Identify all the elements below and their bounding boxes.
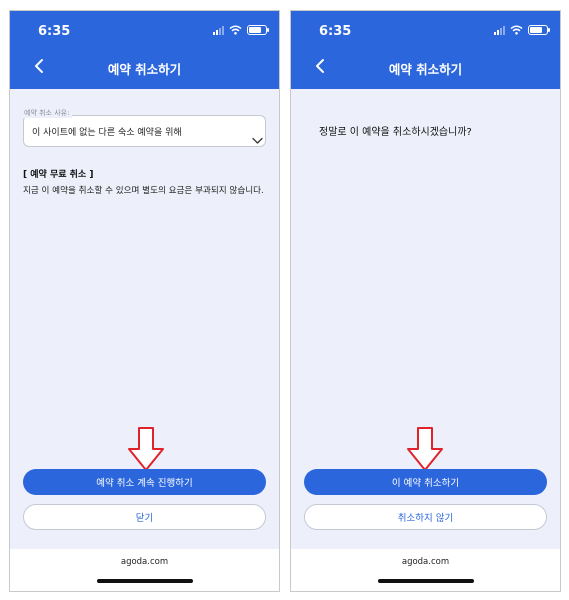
cellular-signal-icon bbox=[213, 25, 224, 35]
status-icons bbox=[494, 25, 550, 35]
down-arrow-annotation-icon bbox=[128, 427, 164, 471]
browser-footer: agoda.com bbox=[10, 549, 279, 591]
cancel-reason-label: 예약 취소 사유: bbox=[21, 108, 73, 118]
confirm-question: 정말로 이 예약을 취소하시겠습니까? bbox=[319, 127, 472, 138]
page-title: 예약 취소하기 bbox=[388, 62, 463, 77]
footer-domain: agoda.com bbox=[120, 557, 169, 567]
cancel-confirm-screen: 6:35 예약 취소하기 정말로 이 예약을 취소하시겠습니까? 이 예약 취소… bbox=[290, 10, 561, 592]
app-header: 6:35 예약 취소하기 bbox=[291, 11, 560, 89]
app-header: 6:35 예약 취소하기 bbox=[10, 11, 279, 89]
free-cancel-description: 지금 이 예약을 취소할 수 있으며 별도의 요금은 부과되지 않습니다. bbox=[23, 186, 264, 196]
page-title: 예약 취소하기 bbox=[107, 62, 182, 77]
cellular-signal-icon bbox=[494, 25, 505, 35]
close-button[interactable]: 닫기 bbox=[23, 504, 266, 530]
chevron-down-icon[interactable] bbox=[252, 135, 263, 146]
cancel-reason-value: 이 사이트에 없는 다른 숙소 예약을 위해 bbox=[32, 128, 182, 138]
status-icons bbox=[213, 25, 269, 35]
confirm-cancel-button[interactable]: 이 예약 취소하기 bbox=[304, 469, 547, 495]
battery-icon bbox=[247, 25, 269, 35]
continue-cancel-button[interactable]: 예약 취소 계속 진행하기 bbox=[23, 469, 266, 495]
cancel-reason-screen: 6:35 예약 취소하기 예약 취소 사유: 이 사이트에 없는 다른 숙소 예… bbox=[9, 10, 280, 592]
wifi-icon bbox=[510, 25, 523, 35]
footer-domain: agoda.com bbox=[401, 557, 450, 567]
browser-footer: agoda.com bbox=[291, 549, 560, 591]
down-arrow-annotation-icon bbox=[407, 427, 443, 471]
status-time: 6:35 bbox=[319, 24, 352, 39]
keep-booking-button[interactable]: 취소하지 않기 bbox=[304, 504, 547, 530]
status-time: 6:35 bbox=[38, 24, 71, 39]
wifi-icon bbox=[229, 25, 242, 35]
home-indicator bbox=[378, 579, 474, 583]
free-cancel-heading: [ 예약 무료 취소 ] bbox=[23, 170, 94, 180]
battery-icon bbox=[528, 25, 550, 35]
home-indicator bbox=[97, 579, 193, 583]
